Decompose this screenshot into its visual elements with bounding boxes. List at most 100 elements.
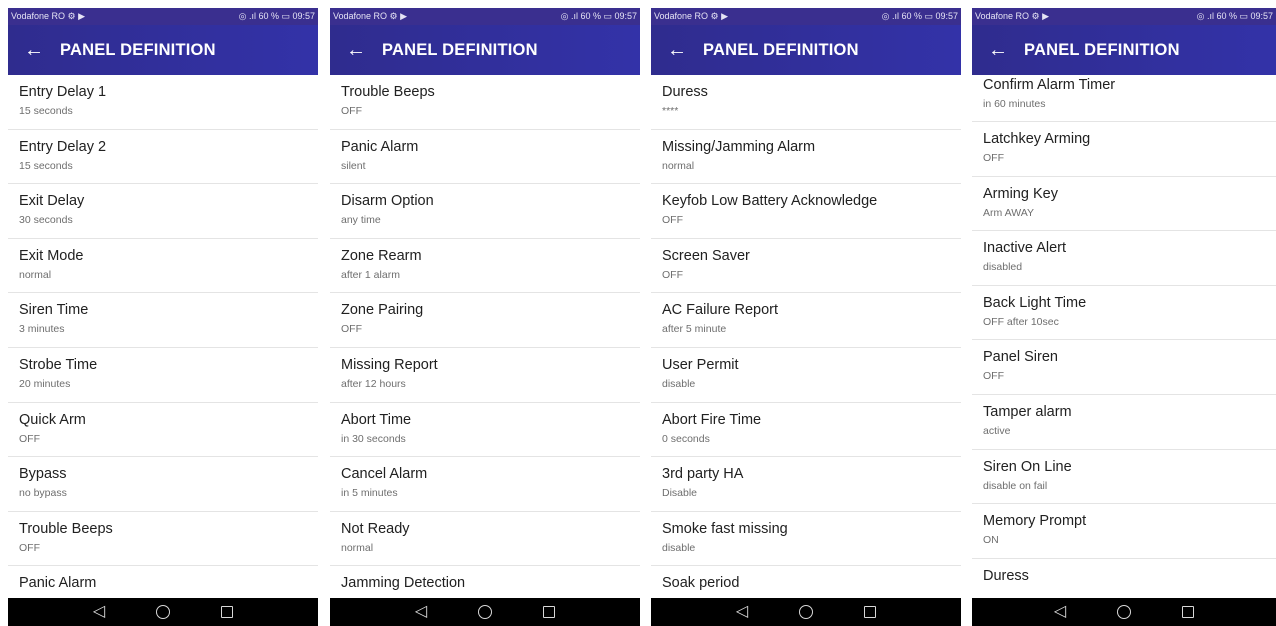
list-item[interactable]: Exit Delay 30 seconds — [8, 184, 318, 239]
status-indicators: ◎ .ıl 60 % ▭ 09:57 — [238, 11, 315, 21]
nav-recents-button[interactable] — [195, 598, 259, 626]
item-value: disable — [662, 377, 696, 390]
list-item[interactable]: Siren On Line disable on fail — [972, 450, 1276, 505]
list-item[interactable]: Jamming Detection — [330, 566, 640, 598]
item-title: Entry Delay 1 — [19, 84, 107, 100]
nav-back-icon[interactable]: ◁ — [67, 598, 131, 626]
item-title: Exit Mode — [19, 247, 84, 264]
list-item[interactable]: Abort Fire Time 0 seconds — [651, 403, 961, 458]
nav-home-button[interactable] — [1092, 598, 1156, 626]
list-item[interactable]: Entry Delay 1 15 seconds — [8, 75, 318, 130]
item-title: Inactive Alert — [983, 240, 1067, 257]
item-title: Keyfob Low Battery Acknowledge — [662, 193, 878, 210]
nav-home-button[interactable] — [453, 598, 517, 626]
nav-recents-button[interactable] — [838, 598, 902, 626]
status-bar: Vodafone RO ⚙ ▶ ◎ .ıl 60 % ▭ 09:57 — [8, 8, 318, 25]
nav-home-button[interactable] — [131, 598, 195, 626]
list-item[interactable]: Duress — [972, 559, 1276, 598]
list-item[interactable]: Memory Prompt ON — [972, 504, 1276, 559]
item-title: Disarm Option — [341, 193, 434, 210]
page-title: PANEL DEFINITION — [1024, 40, 1180, 59]
item-title: Screen Saver — [662, 247, 750, 264]
list-item[interactable]: Missing Report after 12 hours — [330, 348, 640, 403]
page-title: PANEL DEFINITION — [60, 40, 216, 59]
list-item[interactable]: Duress **** — [651, 75, 961, 130]
system-nav-bar: ◁ — [8, 598, 318, 626]
item-value: in 60 minutes — [983, 98, 1046, 110]
item-value: 30 seconds — [19, 214, 73, 227]
item-title: Abort Time — [341, 411, 412, 428]
status-bar: Vodafone RO ⚙ ▶ ◎ .ıl 60 % ▭ 09:57 — [330, 8, 640, 25]
page-title: PANEL DEFINITION — [703, 40, 859, 59]
item-value: OFF — [341, 105, 362, 117]
list-item[interactable]: Trouble Beeps OFF — [8, 512, 318, 567]
system-nav-bar: ◁ — [972, 598, 1276, 626]
item-title: Duress — [662, 84, 708, 100]
item-title: Zone Rearm — [341, 247, 422, 264]
list-item[interactable]: Screen Saver OFF — [651, 239, 961, 294]
list-item[interactable]: Disarm Option any time — [330, 184, 640, 239]
list-item[interactable]: Cancel Alarm in 5 minutes — [330, 457, 640, 512]
list-item[interactable]: 3rd party HA Disable — [651, 457, 961, 512]
carrier-label: Vodafone RO ⚙ ▶ — [333, 11, 408, 21]
item-value: after 5 minute — [662, 323, 727, 336]
phone-screen-3: Vodafone RO ⚙ ▶ ◎ .ıl 60 % ▭ 09:57 ← PAN… — [651, 8, 961, 626]
back-arrow-icon[interactable]: ← — [651, 25, 703, 75]
list-item[interactable]: Trouble Beeps OFF — [330, 75, 640, 130]
list-item[interactable]: Entry Delay 2 15 seconds — [8, 130, 318, 185]
nav-recents-button[interactable] — [517, 598, 581, 626]
list-item[interactable]: Confirm Alarm Timer in 60 minutes — [972, 75, 1276, 122]
list-item[interactable]: Zone Pairing OFF — [330, 293, 640, 348]
back-arrow-icon[interactable]: ← — [972, 25, 1024, 75]
item-title: Siren On Line — [983, 458, 1072, 475]
nav-back-icon[interactable]: ◁ — [1028, 598, 1092, 626]
status-indicators: ◎ .ıl 60 % ▭ 09:57 — [1196, 11, 1273, 21]
settings-list: Duress **** Missing/Jamming Alarm normal K… — [651, 75, 961, 598]
list-item[interactable]: Tamper alarm active — [972, 395, 1276, 450]
list-item[interactable]: Soak period — [651, 566, 961, 598]
list-item[interactable]: Exit Mode normal — [8, 239, 318, 294]
home-circle-icon — [478, 605, 492, 620]
list-item[interactable]: Strobe Time 20 minutes — [8, 348, 318, 403]
nav-back-icon[interactable]: ◁ — [710, 598, 774, 626]
list-item[interactable]: Inactive Alert disabled — [972, 231, 1276, 286]
settings-list: Confirm Alarm Timer in 60 minutes Latchke… — [972, 75, 1276, 598]
list-item[interactable]: Panic Alarm silent — [330, 130, 640, 185]
item-value: after 1 alarm — [341, 268, 400, 281]
list-item[interactable]: AC Failure Report after 5 minute — [651, 293, 961, 348]
list-item[interactable]: Keyfob Low Battery Acknowledge OFF — [651, 184, 961, 239]
back-arrow-icon[interactable]: ← — [8, 25, 60, 75]
list-item[interactable]: Panic Alarm — [8, 566, 318, 598]
list-item[interactable]: Zone Rearm after 1 alarm — [330, 239, 640, 294]
list-item[interactable]: Arming Key Arm AWAY — [972, 177, 1276, 232]
item-value: disable on fail — [983, 479, 1048, 492]
list-item[interactable]: User Permit disable — [651, 348, 961, 403]
list-item[interactable]: Missing/Jamming Alarm normal — [651, 130, 961, 185]
item-value: OFF — [662, 268, 683, 281]
item-title: Confirm Alarm Timer — [983, 77, 1116, 93]
carrier-label: Vodafone RO ⚙ ▶ — [11, 11, 86, 21]
item-title: Siren Time — [19, 302, 89, 319]
list-item[interactable]: Back Light Time OFF after 10sec — [972, 286, 1276, 341]
item-title: Strobe Time — [19, 356, 98, 373]
item-title: Bypass — [19, 466, 67, 483]
home-circle-icon — [799, 605, 813, 620]
list-item[interactable]: Smoke fast missing disable — [651, 512, 961, 567]
phone-screen-2: Vodafone RO ⚙ ▶ ◎ .ıl 60 % ▭ 09:57 ← PAN… — [330, 8, 640, 626]
list-item[interactable]: Quick Arm OFF — [8, 403, 318, 458]
back-arrow-icon[interactable]: ← — [330, 25, 382, 75]
list-item[interactable]: Latchkey Arming OFF — [972, 122, 1276, 177]
item-title: Trouble Beeps — [19, 520, 113, 537]
list-item[interactable]: Abort Time in 30 seconds — [330, 403, 640, 458]
item-value: OFF — [19, 432, 40, 445]
nav-recents-button[interactable] — [1156, 598, 1220, 626]
list-item[interactable]: Bypass no bypass — [8, 457, 318, 512]
app-bar: ← PANEL DEFINITION — [8, 25, 318, 75]
status-bar: Vodafone RO ⚙ ▶ ◎ .ıl 60 % ▭ 09:57 — [972, 8, 1276, 25]
list-item[interactable]: Siren Time 3 minutes — [8, 293, 318, 348]
list-item[interactable]: Not Ready normal — [330, 512, 640, 567]
nav-back-icon[interactable]: ◁ — [389, 598, 453, 626]
carrier-label: Vodafone RO ⚙ ▶ — [975, 11, 1050, 21]
nav-home-button[interactable] — [774, 598, 838, 626]
list-item[interactable]: Panel Siren OFF — [972, 340, 1276, 395]
